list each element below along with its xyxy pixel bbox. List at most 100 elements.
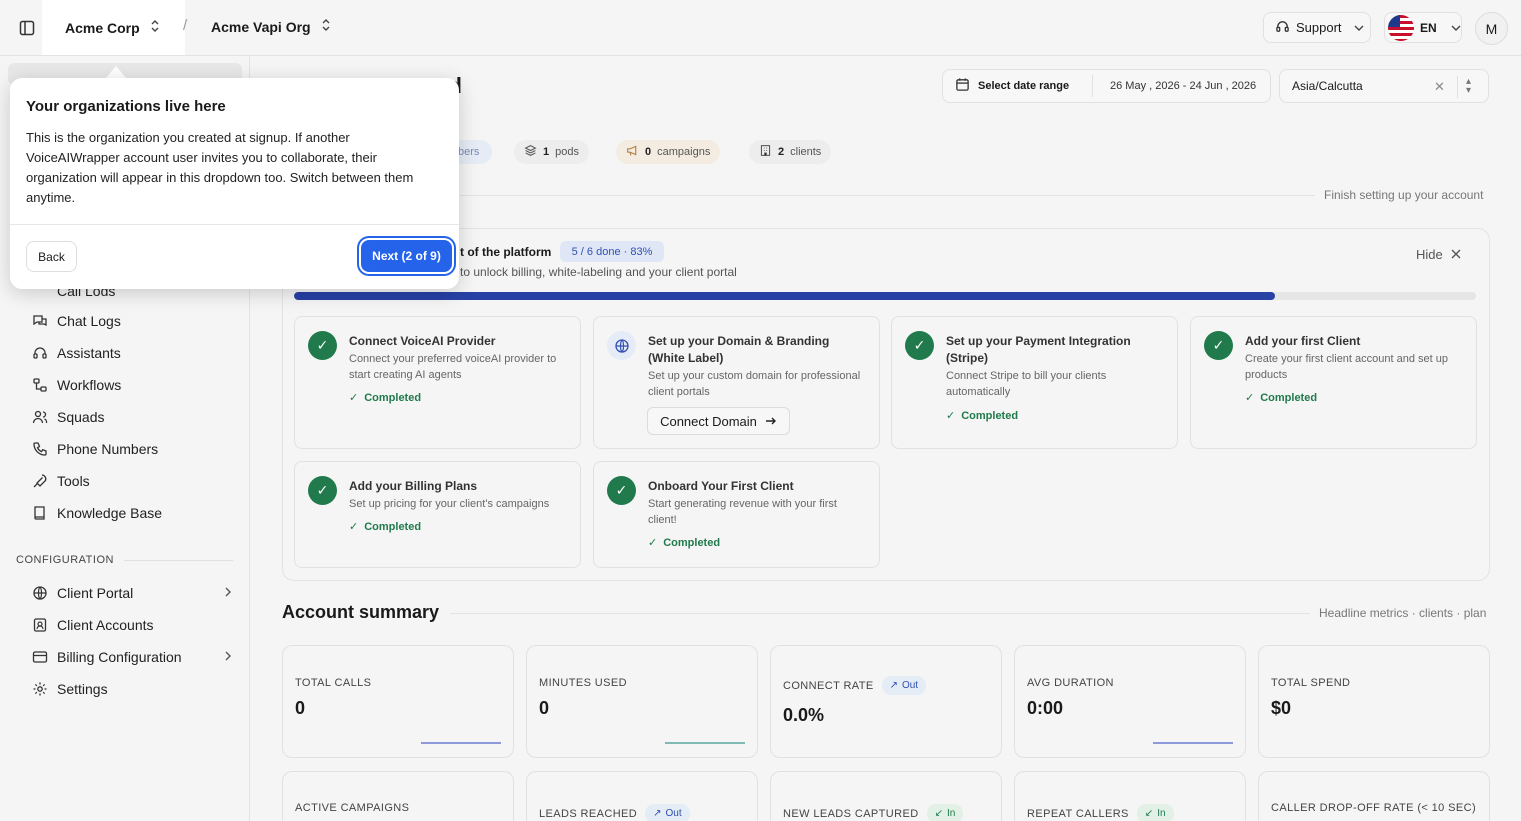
task-description: Start generating revenue with your first… <box>648 498 837 526</box>
language-selector[interactable]: EN <box>1384 12 1462 43</box>
chevron-updown-icon[interactable]: ▴ ▾ <box>1466 77 1471 96</box>
direction-badge: ↙ In <box>1136 804 1174 821</box>
metric-card-minutes-used: MINUTES USED 0 <box>526 645 758 758</box>
clear-icon[interactable]: ✕ <box>1434 79 1445 95</box>
task-card-onboard-client[interactable]: ✓ Onboard Your First Client Start genera… <box>593 461 880 568</box>
task-card-payment-integration[interactable]: ✓ Set up your Payment Integration (Strip… <box>891 316 1178 449</box>
divider <box>1457 76 1458 98</box>
connect-domain-button[interactable]: Connect Domain <box>647 407 790 435</box>
onboarding-title: t of the platform <box>460 245 552 259</box>
metric-card-active-campaigns: ACTIVE CAMPAIGNS <box>282 771 514 821</box>
chevron-down-icon <box>1354 20 1364 35</box>
sidebar-item-chat-logs[interactable]: Chat Logs <box>32 310 232 332</box>
clients-stat-pill: 2 clients <box>749 140 832 164</box>
building-icon <box>759 144 772 160</box>
chevron-right-icon[interactable] <box>224 649 232 665</box>
task-title: Add your Billing Plans <box>349 479 478 493</box>
sidebar-item-workflows[interactable]: Workflows <box>32 374 232 396</box>
timezone-select[interactable]: Asia/Calcutta ✕ ▴ ▾ <box>1279 69 1489 103</box>
chevron-updown-icon <box>321 18 331 35</box>
arrow-down-left-icon: ↙ <box>1144 808 1154 819</box>
contact-icon <box>32 617 48 633</box>
onboarding-progress-bar <box>294 292 1476 300</box>
sidebar-item-settings[interactable]: Settings <box>32 678 232 700</box>
sidebar-item-billing-configuration[interactable]: Billing Configuration <box>32 646 232 668</box>
users-icon <box>32 409 48 425</box>
metric-card-new-leads: NEW LEADS CAPTURED ↙ In <box>770 771 1002 821</box>
direction-badge: ↗ Out <box>645 804 690 821</box>
date-range-picker[interactable]: Select date range 26 May , 2026 - 24 Jun… <box>942 69 1271 103</box>
next-button[interactable]: Next (2 of 9) <box>361 240 452 272</box>
sidebar-toggle-icon[interactable] <box>16 17 38 39</box>
metric-value: 0:00 <box>1027 698 1064 718</box>
metric-card-repeat-callers: REPEAT CALLERS ↙ In <box>1014 771 1246 821</box>
sidebar-item-client-portal[interactable]: Client Portal <box>32 582 232 604</box>
card-icon <box>32 649 48 665</box>
task-card-first-client[interactable]: ✓ Add your first Client Create your firs… <box>1190 316 1477 449</box>
sub-org-name: Acme Vapi Org <box>211 18 311 35</box>
check-icon: ✓ <box>648 537 658 549</box>
task-status: ✓ Completed <box>1245 391 1318 405</box>
arrow-up-right-icon: ↗ <box>653 808 662 819</box>
section-title: Account summary <box>282 602 440 622</box>
wrench-icon <box>32 473 48 489</box>
sparkline <box>421 742 501 744</box>
sidebar-item-squads[interactable]: Squads <box>32 406 232 428</box>
megaphone-icon <box>626 144 639 160</box>
org-name: Acme Corp <box>65 19 140 36</box>
task-title: Onboard Your First Client <box>648 479 794 493</box>
support-button[interactable]: Support <box>1263 12 1371 43</box>
sidebar-item-client-accounts[interactable]: Client Accounts <box>32 614 232 636</box>
check-circle-icon: ✓ <box>1204 331 1233 360</box>
onboarding-subtitle: to unlock billing, white-labeling and yo… <box>460 265 737 279</box>
back-button[interactable]: Back <box>26 241 77 272</box>
arrow-right-icon <box>765 414 777 429</box>
task-card-voiceai-provider[interactable]: ✓ Connect VoiceAI Provider Connect your … <box>294 316 581 449</box>
sparkline <box>1153 742 1233 744</box>
hide-button[interactable]: Hide <box>1416 247 1461 262</box>
org-switcher[interactable]: Acme Corp <box>42 0 185 55</box>
tooltip-title: Your organizations live here <box>26 98 226 115</box>
chevron-down-icon <box>1451 21 1461 35</box>
workflow-icon <box>32 377 48 393</box>
metric-card-avg-duration: AVG DURATION 0:00 <box>1014 645 1246 758</box>
sidebar-item-label: Squads <box>57 409 105 425</box>
support-label: Support <box>1296 20 1342 35</box>
headset-icon <box>32 345 48 361</box>
sidebar-item-assistants[interactable]: Assistants <box>32 342 232 364</box>
metric-value: 0.0% <box>783 705 825 725</box>
chevron-right-icon[interactable] <box>224 585 232 601</box>
chevron-updown-icon <box>150 19 160 36</box>
task-description: Connect Stripe to bill your clients auto… <box>946 370 1107 398</box>
check-circle-icon: ✓ <box>308 331 337 360</box>
section-subtitle: Headline metrics · clients · plan <box>1319 606 1487 620</box>
task-card-domain-branding[interactable]: Set up your Domain & Branding (White Lab… <box>593 316 880 449</box>
metric-card-leads-reached: LEADS REACHED ↗ Out <box>526 771 758 821</box>
task-card-billing-plans[interactable]: ✓ Add your Billing Plans Set up pricing … <box>294 461 581 568</box>
check-icon: ✓ <box>1245 392 1255 404</box>
date-range-value: 26 May , 2026 - 24 Jun , 2026 <box>1110 80 1257 92</box>
task-description: Create your first client account and set… <box>1245 353 1448 381</box>
sidebar-item-phone-numbers[interactable]: Phone Numbers <box>32 438 232 460</box>
sidebar-item-knowledge-base[interactable]: Knowledge Base <box>32 502 232 524</box>
sidebar-item-label: Billing Configuration <box>57 649 182 665</box>
headset-icon <box>1275 19 1290 37</box>
metric-label: MINUTES USED <box>539 677 627 689</box>
sub-org-switcher[interactable]: Acme Vapi Org <box>211 18 331 35</box>
metric-card-total-spend: TOTAL SPEND $0 <box>1258 645 1490 758</box>
progress-fill <box>294 292 1276 300</box>
task-title: Set up your Payment Integration (Stripe) <box>946 334 1131 365</box>
metric-label: CALLER DROP-OFF RATE (< 10 SEC) <box>1271 802 1477 814</box>
metric-card-drop-off-rate: CALLER DROP-OFF RATE (< 10 SEC) <box>1258 771 1490 821</box>
sidebar-item-tools[interactable]: Tools <box>32 470 232 492</box>
sidebar-item-label: Phone Numbers <box>57 441 159 457</box>
check-circle-icon: ✓ <box>308 476 337 505</box>
globe-icon <box>32 585 48 601</box>
sparkline <box>665 742 745 744</box>
sidebar-item-label: Workflows <box>57 377 122 393</box>
close-icon <box>1451 247 1461 262</box>
metric-label: NEW LEADS CAPTURED ↙ In <box>783 804 964 821</box>
metric-label: TOTAL SPEND <box>1271 677 1351 689</box>
avatar[interactable]: M <box>1475 12 1508 45</box>
metric-value: 0 <box>539 698 550 718</box>
